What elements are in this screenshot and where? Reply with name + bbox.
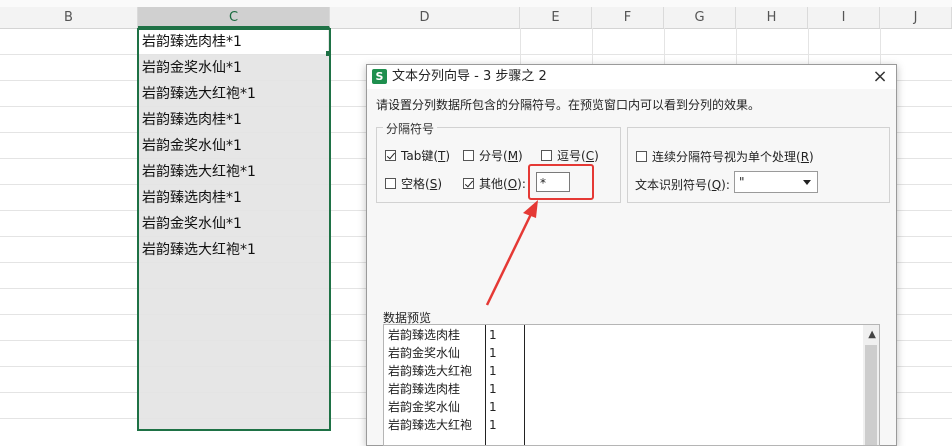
column-header-h[interactable]: H bbox=[736, 7, 808, 28]
consecutive-label: 连续分隔符号视为单个处理( bbox=[652, 150, 801, 164]
qualifier-hotkey: Q bbox=[711, 177, 722, 192]
scroll-up-icon[interactable]: ▲ bbox=[868, 329, 876, 340]
space-hotkey: S bbox=[429, 176, 438, 191]
semicolon-checkbox[interactable]: 分号(M) bbox=[463, 147, 523, 164]
qualifier-label: 文本识别符号( bbox=[635, 178, 712, 192]
column-break-line[interactable] bbox=[485, 325, 486, 445]
checkbox-checked-icon[interactable] bbox=[463, 178, 474, 189]
column-header-b[interactable]: B bbox=[0, 7, 138, 28]
column-header-d[interactable]: D bbox=[330, 7, 520, 28]
comma-label: 逗号( bbox=[557, 149, 586, 163]
close-button[interactable]: × bbox=[870, 67, 890, 87]
space-label: 空格( bbox=[401, 177, 430, 191]
cell-c8[interactable]: 岩韵金奖水仙*1 bbox=[142, 211, 242, 237]
data-preview[interactable]: 岩韵臻选肉桂 1 岩韵金奖水仙 1 岩韵臻选大红袍 1 岩韵臻选肉桂 1 岩韵金奖水仙 1… bbox=[383, 324, 880, 446]
space-checkbox[interactable]: 空格(S) bbox=[385, 175, 442, 192]
column-header-c[interactable]: C bbox=[138, 7, 330, 28]
annotation-highlight-box bbox=[528, 164, 594, 200]
tab-label-end: ) bbox=[445, 148, 451, 163]
semicolon-label-end: ) bbox=[518, 148, 523, 163]
column-header-j[interactable]: J bbox=[880, 7, 952, 28]
preview-cell: 岩韵金奖水仙 bbox=[388, 400, 461, 414]
column-header-i[interactable]: I bbox=[808, 7, 880, 28]
cell-c4[interactable]: 岩韵臻选肉桂*1 bbox=[142, 107, 242, 133]
delimiters-group-label: 分隔符号 bbox=[383, 120, 438, 137]
comma-checkbox[interactable]: 逗号(C) bbox=[541, 147, 599, 164]
consecutive-delimiters-checkbox[interactable]: 连续分隔符号视为单个处理(R) bbox=[636, 148, 814, 165]
text-to-columns-dialog: S 文本分列向导 - 3 步骤之 2 × 请设置分列数据所包含的分隔符号。在预览… bbox=[366, 64, 897, 446]
semicolon-label: 分号( bbox=[479, 149, 508, 163]
chevron-down-icon[interactable] bbox=[803, 180, 811, 185]
preview-cell: 1 bbox=[489, 418, 497, 432]
checkbox-icon[interactable] bbox=[636, 151, 647, 162]
other-hotkey: O bbox=[507, 176, 518, 191]
preview-cell: 岩韵臻选肉桂 bbox=[388, 328, 461, 342]
cell-c9[interactable]: 岩韵臻选大红袍*1 bbox=[142, 237, 256, 263]
column-header-row: B C D E F G H I J bbox=[0, 7, 952, 29]
preview-cell: 1 bbox=[489, 346, 497, 360]
qualifier-label-end: ): bbox=[721, 177, 730, 192]
column-header-f[interactable]: F bbox=[592, 7, 664, 28]
other-label: 其他( bbox=[479, 177, 508, 191]
tab-checkbox[interactable]: Tab键(T) bbox=[385, 147, 450, 164]
cell-c1[interactable]: 岩韵臻选肉桂*1 bbox=[142, 29, 242, 55]
consecutive-label-end: ) bbox=[809, 149, 814, 164]
checkbox-icon[interactable] bbox=[385, 178, 396, 189]
preview-cell: 岩韵臻选肉桂 bbox=[388, 382, 461, 396]
space-label-end: ) bbox=[437, 176, 442, 191]
preview-cell: 岩韵臻选大红袍 bbox=[388, 364, 473, 378]
preview-cell: 1 bbox=[489, 364, 497, 378]
column-header-g[interactable]: G bbox=[664, 7, 736, 28]
checkbox-icon[interactable] bbox=[463, 150, 474, 161]
column-header-e[interactable]: E bbox=[520, 7, 592, 28]
scrollbar-thumb[interactable] bbox=[865, 345, 877, 445]
semicolon-hotkey: M bbox=[507, 148, 519, 163]
dialog-title-bar[interactable]: S 文本分列向导 - 3 步骤之 2 × bbox=[367, 65, 896, 89]
tab-hotkey: T bbox=[438, 148, 446, 163]
preview-cell: 岩韵臻选大红袍 bbox=[388, 418, 473, 432]
checkbox-checked-icon[interactable] bbox=[385, 150, 396, 161]
tab-label: Tab键( bbox=[401, 149, 438, 163]
dialog-title: 文本分列向导 - 3 步骤之 2 bbox=[392, 69, 547, 84]
cell-c2[interactable]: 岩韵金奖水仙*1 bbox=[142, 55, 242, 81]
fill-handle[interactable] bbox=[326, 51, 331, 56]
text-qualifier-label: 文本识别符号(Q): bbox=[635, 176, 730, 193]
cell-c3[interactable]: 岩韵臻选大红袍*1 bbox=[142, 81, 256, 107]
qualifier-value: " bbox=[739, 175, 745, 189]
checkbox-icon[interactable] bbox=[541, 150, 552, 161]
app-logo-icon: S bbox=[372, 69, 387, 84]
dialog-instructions: 请设置分列数据所包含的分隔符号。在预览窗口内可以看到分列的效果。 bbox=[376, 98, 761, 112]
cell-c7[interactable]: 岩韵臻选肉桂*1 bbox=[142, 185, 242, 211]
other-checkbox[interactable]: 其他(O): bbox=[463, 175, 526, 192]
consecutive-hotkey: R bbox=[800, 149, 810, 164]
column-break-line[interactable] bbox=[524, 325, 525, 445]
other-label-end: ): bbox=[517, 176, 526, 191]
preview-cell: 1 bbox=[489, 328, 497, 342]
preview-cell: 1 bbox=[489, 400, 497, 414]
preview-scrollbar[interactable]: ▲ bbox=[863, 325, 879, 445]
preview-cell: 1 bbox=[489, 382, 497, 396]
cell-c6[interactable]: 岩韵臻选大红袍*1 bbox=[142, 159, 256, 185]
cell-c5[interactable]: 岩韵金奖水仙*1 bbox=[142, 133, 242, 159]
text-qualifier-select[interactable]: " bbox=[734, 171, 818, 193]
comma-label-end: ) bbox=[594, 148, 599, 163]
comma-hotkey: C bbox=[585, 148, 595, 163]
preview-cell: 岩韵金奖水仙 bbox=[388, 346, 461, 360]
